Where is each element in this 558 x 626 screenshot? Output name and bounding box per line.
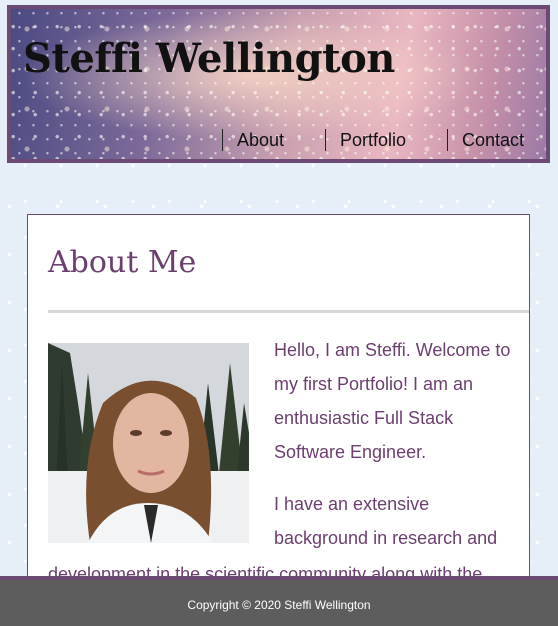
site-title: Steffi Wellington: [23, 35, 395, 82]
about-paragraph-1: Hello, I am Steffi. Welcome to my first …: [274, 340, 511, 462]
copyright-text: Copyright © 2020 Steffi Wellington: [187, 598, 371, 612]
site-header: Steffi Wellington About Portfolio Contac…: [7, 5, 550, 163]
profile-photo: [48, 343, 249, 543]
nav-link-contact[interactable]: Contact: [447, 129, 524, 151]
about-heading: About Me: [48, 245, 197, 280]
site-footer: Copyright © 2020 Steffi Wellington: [0, 576, 558, 626]
about-paragraph-2: I have an extensive background in resear…: [274, 494, 498, 548]
about-text: Hello, I am Steffi. Welcome to my first …: [274, 333, 514, 573]
nav-link-about[interactable]: About: [222, 129, 284, 151]
nav-link-portfolio[interactable]: Portfolio: [325, 129, 406, 151]
heading-divider: [48, 310, 529, 313]
about-card: About Me Hello, I am Steffi. Welcome to …: [27, 214, 530, 594]
main-nav: About Portfolio Contact: [11, 129, 546, 155]
